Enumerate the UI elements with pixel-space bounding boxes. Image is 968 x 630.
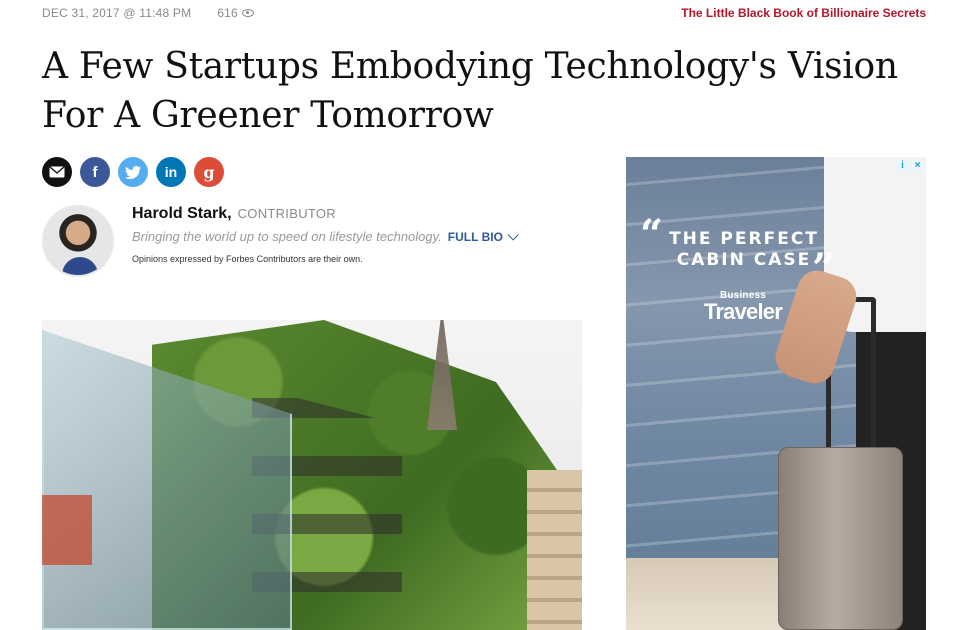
glass-reflection [42, 495, 92, 565]
view-count-value: 616 [217, 6, 238, 20]
ad-headline-line2: CABIN CASE [676, 250, 812, 270]
linkedin-share-button[interactable]: in [156, 157, 186, 187]
full-bio-toggle[interactable]: FULL BIO [447, 228, 519, 244]
ad-headline: THE PERFECT CABIN CASE [654, 229, 834, 271]
article-headline: A Few Startups Embodying Technology's Vi… [42, 46, 898, 136]
chevron-down-icon [507, 228, 519, 241]
googleplus-icon: g [203, 162, 215, 182]
share-bar: f in g [42, 157, 224, 187]
author-avatar[interactable] [42, 205, 114, 277]
author-bio: Bringing the world up to speed on lifest… [132, 229, 442, 244]
ad-quote-close: ” [812, 245, 836, 292]
twitter-share-button[interactable] [118, 157, 148, 187]
author-info: Harold Stark, CONTRIBUTOR Bringing the w… [132, 205, 519, 277]
publish-date: DEC 31, 2017 @ 11:48 PM [42, 6, 192, 20]
ad-brand-big: Traveler [703, 299, 783, 324]
adchoices: i × [896, 159, 924, 172]
adchoices-info-icon[interactable]: i [896, 159, 909, 172]
twitter-icon [125, 165, 141, 179]
article-hero-image [42, 320, 582, 630]
ad-headline-line1: THE PERFECT [669, 229, 819, 249]
author-separator: , [227, 205, 232, 222]
author-name-wrap: Harold Stark, [132, 205, 232, 223]
author-name-row: Harold Stark, CONTRIBUTOR [132, 205, 515, 223]
adchoices-close-icon[interactable]: × [911, 159, 924, 172]
author-block: Harold Stark, CONTRIBUTOR Bringing the w… [42, 205, 519, 277]
view-count: 616 [217, 6, 254, 20]
facebook-share-button[interactable]: f [80, 157, 110, 187]
envelope-icon [49, 166, 65, 178]
googleplus-share-button[interactable]: g [194, 157, 224, 187]
email-share-button[interactable] [42, 157, 72, 187]
linkedin-icon: in [164, 164, 178, 180]
full-bio-label: FULL BIO [447, 229, 503, 244]
eye-icon [241, 9, 254, 17]
parisian-building [527, 470, 582, 630]
advertisement[interactable]: “ THE PERFECT CABIN CASE ” Business Trav… [626, 157, 926, 630]
promo-link[interactable]: The Little Black Book of Billionaire Sec… [681, 6, 926, 20]
article-meta: DEC 31, 2017 @ 11:48 PM 616 [42, 6, 254, 20]
author-bio-row: Bringing the world up to speed on lifest… [132, 228, 519, 244]
ad-suitcase [778, 447, 903, 630]
facebook-icon: f [92, 163, 98, 181]
author-role: CONTRIBUTOR [237, 206, 336, 221]
ad-brand-logo: Business Traveler [700, 291, 786, 323]
contributor-disclaimer: Opinions expressed by Forbes Contributor… [132, 254, 363, 264]
author-name[interactable]: Harold Stark [132, 205, 227, 222]
